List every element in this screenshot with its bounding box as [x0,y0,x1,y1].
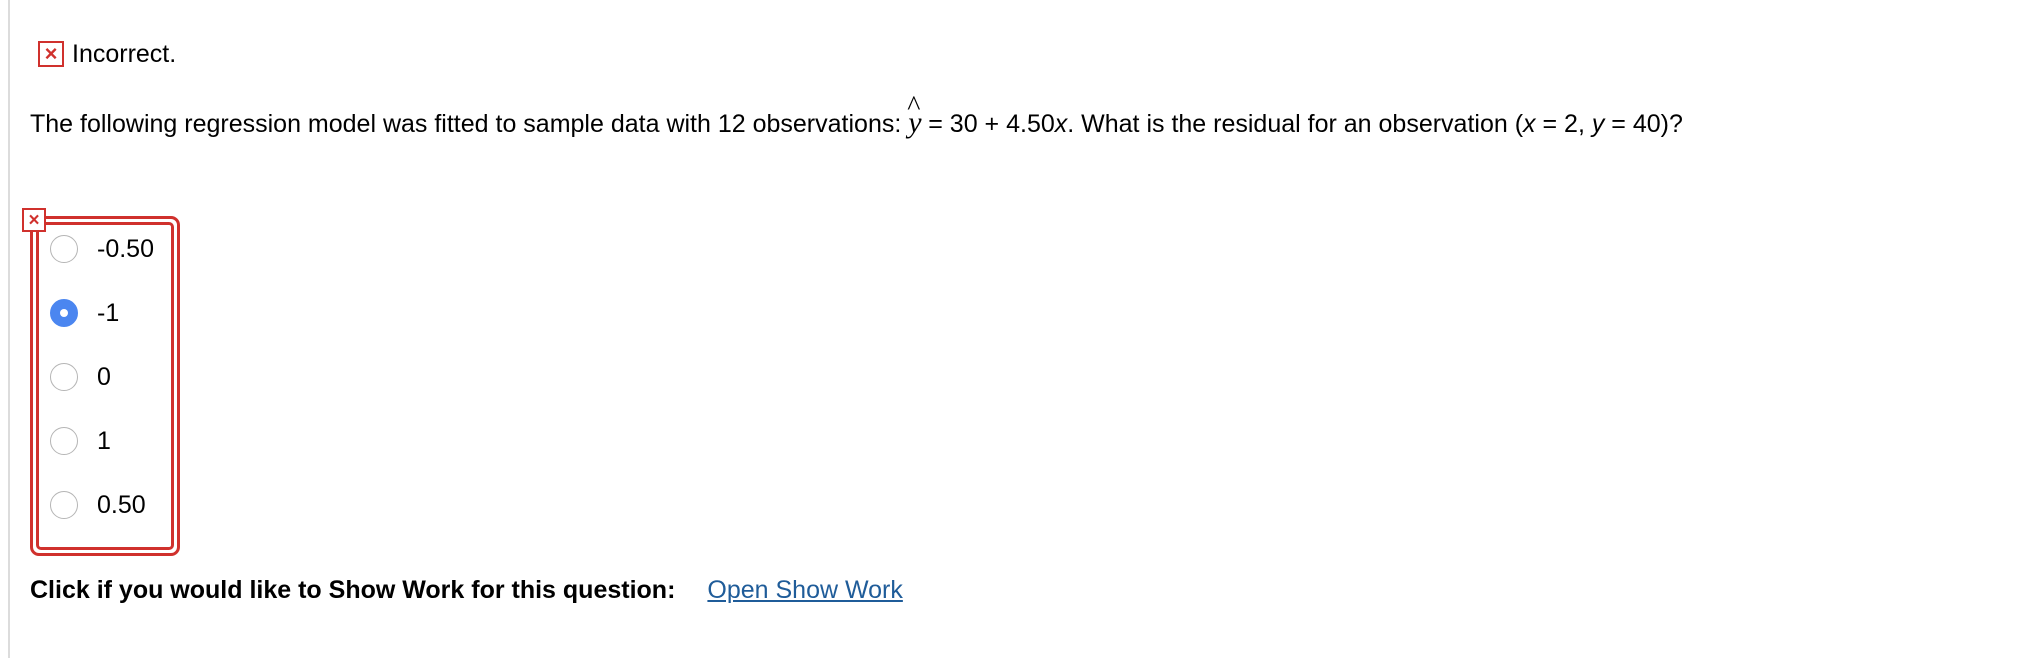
radio-button[interactable] [50,427,78,455]
answer-option-label: -0.50 [97,234,154,263]
answer-option[interactable]: -1 [50,297,119,329]
radio-button[interactable] [50,491,78,519]
observation-y-variable: y [1591,110,1605,138]
answer-option[interactable]: 0 [50,361,111,393]
observation-y-value: = 40)? [1604,110,1683,138]
y-hat-symbol: ^ y [907,91,924,142]
answer-incorrect-icon: × [22,208,46,232]
equation-rhs: = 30 + 4.50 [928,110,1055,138]
answer-option-label: 1 [97,426,111,455]
open-show-work-link[interactable]: Open Show Work [707,576,902,605]
radio-button[interactable] [50,363,78,391]
observation-x-value: = 2, [1535,110,1592,138]
answer-option-label: 0.50 [97,490,146,519]
answer-option-label: 0 [97,362,111,391]
answer-option[interactable]: 1 [50,425,111,457]
equation-x-variable: x [1054,110,1068,138]
status-label: Incorrect. [72,39,177,68]
answer-option[interactable]: 0.50 [50,489,146,521]
observation-x-variable: x [1523,110,1536,138]
radio-button-selected[interactable] [50,299,78,327]
question-mid-text: . What is the residual for an observatio… [1067,110,1524,138]
x-mark-icon: × [38,41,64,67]
answer-option[interactable]: -0.50 [50,233,154,265]
question-intro: The following regression model was fitte… [30,110,902,138]
answer-option-label: -1 [97,298,120,327]
hat-accent: ^ [907,91,921,122]
radio-button[interactable] [50,235,78,263]
show-work-prompt: Click if you would like to Show Work for… [30,576,676,604]
left-border-rule [8,0,10,658]
feedback-status: × Incorrect. [38,38,176,70]
show-work-row: Click if you would like to Show Work for… [30,576,903,605]
question-text: The following regression model was fitte… [30,91,1683,143]
